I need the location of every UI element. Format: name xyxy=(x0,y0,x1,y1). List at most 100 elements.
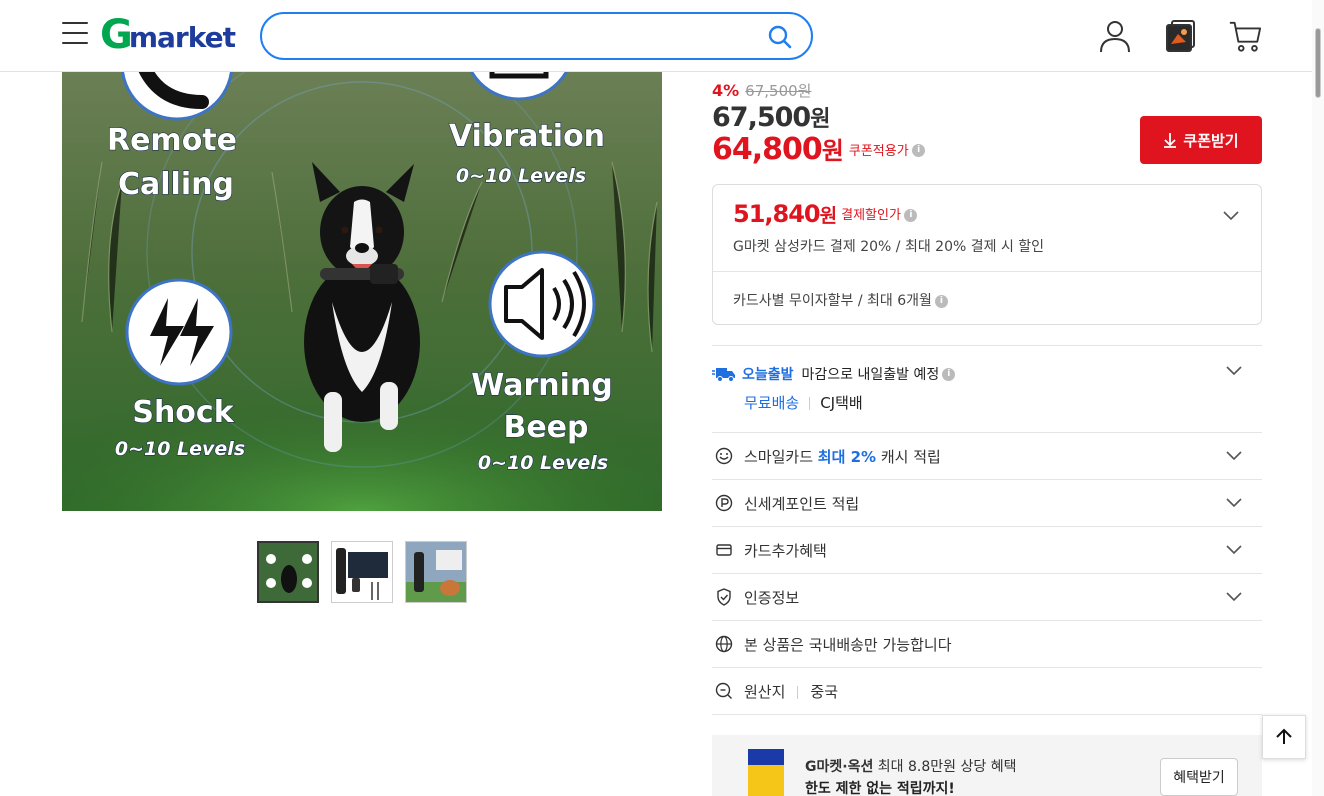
chevron-down-icon[interactable] xyxy=(1226,545,1242,555)
shipping-line: 오늘출발 마감으로 내일출발 예정 i xyxy=(712,364,956,384)
today-shipping-label: 오늘출발 xyxy=(742,367,794,383)
card-discount-desc: G마켓 삼성카드 결제 20% / 최대 20% 결제 시 할인 xyxy=(733,239,1045,255)
smilecard-row[interactable]: 스마일카드 최대 2% 캐시 적립 xyxy=(712,433,1262,480)
smilecard-highlight: 최대 2% xyxy=(817,447,877,466)
certification-row[interactable]: 인증정보 xyxy=(712,574,1262,621)
carrier: CJ택배 xyxy=(820,394,863,412)
discount-percent: 4% xyxy=(712,81,740,100)
chevron-down-icon[interactable] xyxy=(1226,592,1242,602)
smile-icon xyxy=(715,447,733,465)
page-scrollbar[interactable] xyxy=(1312,0,1324,796)
promo-banner[interactable]: G마켓·옥션 최대 8.8만원 상당 혜택 한도 제한 없는 적립까지! 혜택받… xyxy=(712,735,1262,796)
point-icon xyxy=(715,494,733,512)
banner-subtitle: 한도 제한 없는 적립까지! xyxy=(805,781,955,796)
original-price: 67,500원 xyxy=(745,82,812,100)
main-product-image[interactable]: Remote Calling Vibration 0~10 Levels Sho… xyxy=(62,72,662,511)
shield-check-icon xyxy=(717,588,731,606)
coupon-price-value: 64,800 xyxy=(712,132,823,167)
info-icon[interactable]: i xyxy=(911,144,925,157)
sale-price: 67,500원 xyxy=(712,101,830,133)
coupon-price-currency: 원 xyxy=(821,137,844,165)
scrollbar-thumb[interactable] xyxy=(1315,28,1321,98)
sale-price-value: 67,500 xyxy=(712,102,811,133)
thumbnail-3[interactable] xyxy=(405,541,467,603)
feature-sub-vibration: 0~10 Levels xyxy=(456,165,586,187)
chevron-down-icon[interactable] xyxy=(1226,451,1242,461)
certification-text: 인증정보 xyxy=(744,588,800,607)
shipping-detail: 무료배송 CJ택배 xyxy=(744,392,863,413)
chevron-down-icon[interactable] xyxy=(1226,498,1242,508)
feature-badge-beep xyxy=(488,250,596,358)
card-benefit-text: 카드추가혜택 xyxy=(744,541,827,560)
domestic-shipping-row: 본 상품은 국내배송만 가능합니다 xyxy=(712,621,1262,668)
search-bar xyxy=(260,12,813,60)
shinsegae-point-text: 신세계포인트 적립 xyxy=(744,494,860,513)
card-discount-currency: 원 xyxy=(819,205,838,227)
origin-text: 원산지 중국 xyxy=(744,681,838,702)
chevron-down-icon[interactable] xyxy=(1226,366,1242,376)
banner-title-rest: 최대 8.8만원 상당 혜택 xyxy=(873,759,1017,775)
card-image xyxy=(748,749,784,796)
shipping-section[interactable]: 오늘출발 마감으로 내일출발 예정 i 무료배송 CJ택배 xyxy=(712,345,1262,433)
top-header: Gmarket xyxy=(0,0,1312,72)
banner-title-bold: G마켓·옥션 xyxy=(805,759,874,775)
scroll-to-top-button[interactable] xyxy=(1262,715,1306,759)
credit-card-icon xyxy=(716,544,732,556)
truck-icon xyxy=(712,368,735,382)
logo-g: G xyxy=(100,12,133,58)
divider xyxy=(713,271,1261,272)
installment-text: 카드사별 무이자할부 / 최대 6개월 xyxy=(733,293,932,309)
globe-icon xyxy=(715,635,733,653)
arrow-up-icon xyxy=(1276,728,1292,744)
recent-viewed-icon[interactable] xyxy=(1164,18,1198,54)
info-icon[interactable]: i xyxy=(942,367,956,381)
feature-sub-shock: 0~10 Levels xyxy=(115,438,245,460)
origin-value: 중국 xyxy=(810,682,839,701)
feature-label-remote-2: Calling xyxy=(118,167,234,202)
feature-label-beep: Beep xyxy=(503,410,588,445)
coupon-download-button[interactable]: 쿠폰받기 xyxy=(1140,116,1262,164)
search-icon[interactable] xyxy=(767,24,793,50)
domestic-shipping-text: 본 상품은 국내배송만 가능합니다 xyxy=(744,635,952,654)
feature-label-remote-1: Remote xyxy=(107,123,237,158)
feature-sub-beep: 0~10 Levels xyxy=(478,452,608,474)
feature-label-shock: Shock xyxy=(132,395,234,430)
user-icon[interactable] xyxy=(1098,18,1132,54)
separator xyxy=(809,397,811,410)
shipping-schedule: 마감으로 내일출발 예정 xyxy=(801,367,940,383)
origin-row: 원산지 중국 xyxy=(712,668,1262,715)
thumbnail-2[interactable] xyxy=(331,541,393,603)
sale-price-currency: 원 xyxy=(810,107,830,132)
smilecard-text-pre: 스마일카드 xyxy=(744,447,818,466)
logo-text: market xyxy=(128,21,236,54)
card-discount-price: 51,840원 결제할인가 i xyxy=(733,200,917,228)
installment-info: 카드사별 무이자할부 / 최대 6개월 i xyxy=(733,290,948,310)
thumbnail-2-image xyxy=(332,542,392,602)
chevron-down-icon[interactable] xyxy=(1223,211,1239,221)
thumbnail-3-image xyxy=(406,542,466,602)
coupon-price: 64,800원 쿠폰적용가 i xyxy=(712,131,925,167)
shinsegae-point-row[interactable]: 신세계포인트 적립 xyxy=(712,480,1262,527)
gmarket-logo[interactable]: Gmarket xyxy=(100,12,236,58)
cart-icon[interactable] xyxy=(1228,18,1262,54)
search-input[interactable] xyxy=(282,24,742,48)
smilecard-text-post: 캐시 적립 xyxy=(876,447,941,466)
origin-label: 원산지 xyxy=(744,682,786,701)
card-discount-label: 결제할인가 xyxy=(841,208,901,223)
menu-icon[interactable] xyxy=(62,22,88,46)
info-icon[interactable]: i xyxy=(934,294,948,308)
smilecard-text: 스마일카드 최대 2% 캐시 적립 xyxy=(744,446,941,467)
info-icon[interactable]: i xyxy=(903,208,917,222)
feature-badge-shock xyxy=(125,278,233,386)
discount-line: 4% 67,500원 xyxy=(712,80,811,101)
card-discount-box: 51,840원 결제할인가 i G마켓 삼성카드 결제 20% / 최대 20% 결… xyxy=(712,184,1262,325)
card-discount-value: 51,840 xyxy=(733,200,821,228)
thumbnail-1[interactable] xyxy=(257,541,319,603)
get-benefit-button[interactable]: 혜택받기 xyxy=(1160,758,1238,796)
free-shipping: 무료배송 xyxy=(744,394,800,412)
product-page: Gmarket Remote Calling Vibration 0~10 Le… xyxy=(0,0,1324,796)
card-benefit-row[interactable]: 카드추가혜택 xyxy=(712,527,1262,574)
feature-label-warning: Warning xyxy=(471,368,613,403)
search-origin-icon xyxy=(715,682,732,699)
coupon-price-label: 쿠폰적용가 xyxy=(848,144,909,159)
